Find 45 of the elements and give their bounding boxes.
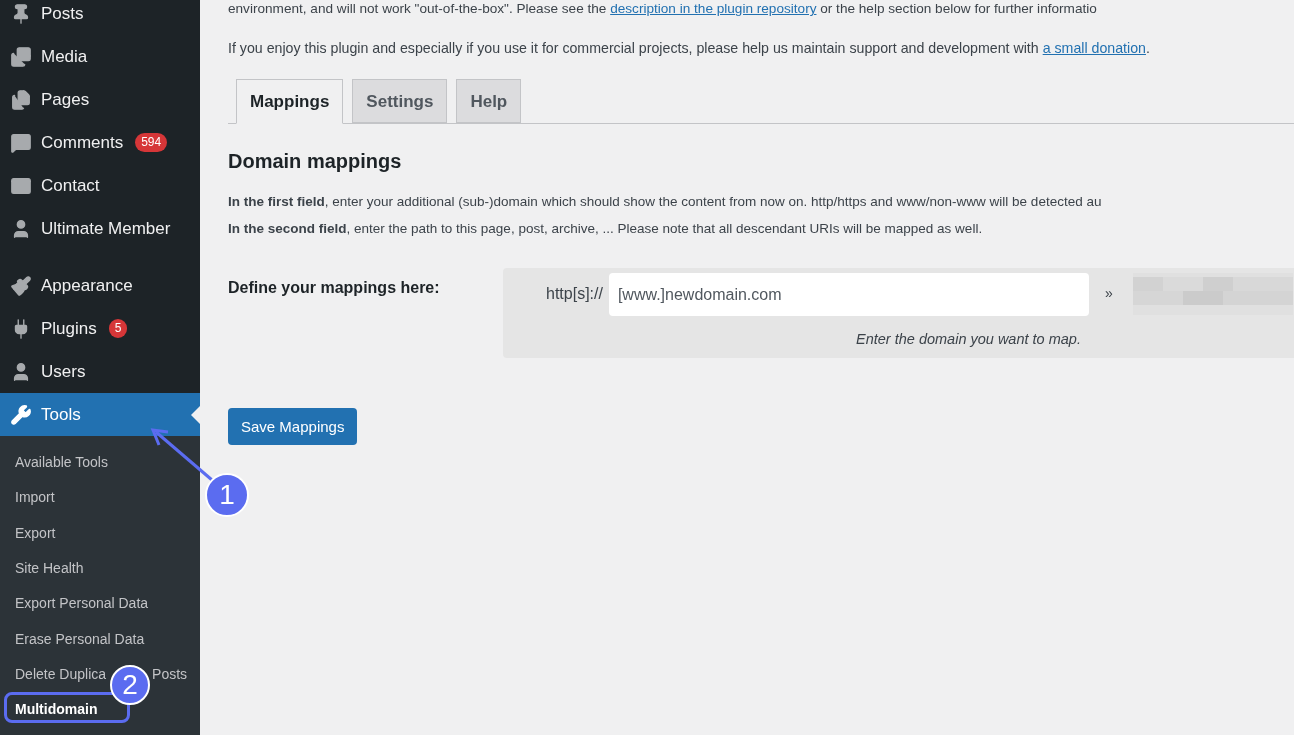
menu-item[interactable]: Appearance bbox=[0, 264, 200, 307]
donation-link[interactable]: a small donation bbox=[1042, 40, 1146, 56]
section-title: Domain mappings bbox=[228, 149, 403, 175]
submenu-item[interactable]: Delete Duplica bbox=[15, 663, 107, 685]
submenu-item[interactable]: Multidomain bbox=[15, 699, 98, 721]
menu-item[interactable]: Tools bbox=[0, 393, 200, 436]
submenu-item[interactable]: Erase Personal Data bbox=[15, 628, 145, 650]
menu-pointer bbox=[191, 405, 200, 424]
field-label: Define your mappings here: bbox=[228, 278, 441, 299]
tab[interactable]: Settings bbox=[352, 79, 448, 124]
protocol-prefix: http[s]:// bbox=[546, 284, 603, 305]
menu-item[interactable]: Pages bbox=[0, 78, 200, 121]
submenu-item-text: Posts bbox=[152, 664, 188, 684]
menu-item[interactable]: Media bbox=[0, 35, 200, 78]
field-hint: Enter the domain you want to map. bbox=[856, 330, 1081, 350]
instruction-text: In the first field, enter your additional (sub-)domain which should show the content from now on. http/https and www/non-www will be detected au bbox=[228, 193, 1103, 212]
submenu-item[interactable]: Export Personal Data bbox=[15, 593, 149, 615]
menu-item[interactable]: Comments 594 bbox=[0, 121, 200, 164]
submenu-item[interactable]: Site Health bbox=[15, 558, 84, 580]
submenu-item[interactable]: Available Tools bbox=[15, 452, 108, 474]
donation-text: If you enjoy this plugin and especially if you use it for commercial projects, please help us maintain support and development with a small donation. bbox=[228, 39, 1151, 58]
submenu-item[interactable]: Import bbox=[15, 487, 55, 509]
separator-mark: » bbox=[1103, 284, 1113, 304]
menu-item[interactable]: Users bbox=[0, 350, 200, 393]
menu-item[interactable]: Posts bbox=[0, 0, 200, 35]
annotation-arrow bbox=[150, 428, 213, 482]
wrench-icon bbox=[10, 403, 32, 426]
menu-item[interactable]: Contact bbox=[0, 164, 200, 207]
instruction-text: In the second field, enter the path to this page, post, archive, ... Please note that all descendant URIs will be mapped as well. bbox=[228, 220, 984, 239]
menu-item[interactable]: Plugins 5 bbox=[0, 307, 200, 350]
images-icon bbox=[10, 45, 32, 68]
menu-item[interactable]: Ultimate Member bbox=[0, 207, 200, 250]
domain-input[interactable]: [www.]newdomain.com bbox=[608, 273, 1089, 317]
step-marker: 1 bbox=[205, 473, 249, 517]
intro-text: environment, and will not work "out-of-the-box". Please see the description in the plugin repository or the help section below for further informatio bbox=[228, 1, 1098, 17]
repository-link[interactable]: description in the plugin repository bbox=[610, 1, 817, 16]
pages-icon bbox=[10, 88, 32, 111]
paintbrush-icon bbox=[10, 274, 32, 297]
count-badge: 594 bbox=[135, 133, 168, 152]
tab[interactable]: Help bbox=[456, 79, 522, 124]
save-button[interactable]: Save Mappings bbox=[228, 408, 358, 446]
speech-bubble-icon bbox=[10, 131, 32, 154]
tab[interactable]: Mappings bbox=[236, 79, 344, 125]
count-badge: 5 bbox=[108, 319, 128, 338]
submenu-item[interactable]: Export bbox=[15, 522, 56, 544]
